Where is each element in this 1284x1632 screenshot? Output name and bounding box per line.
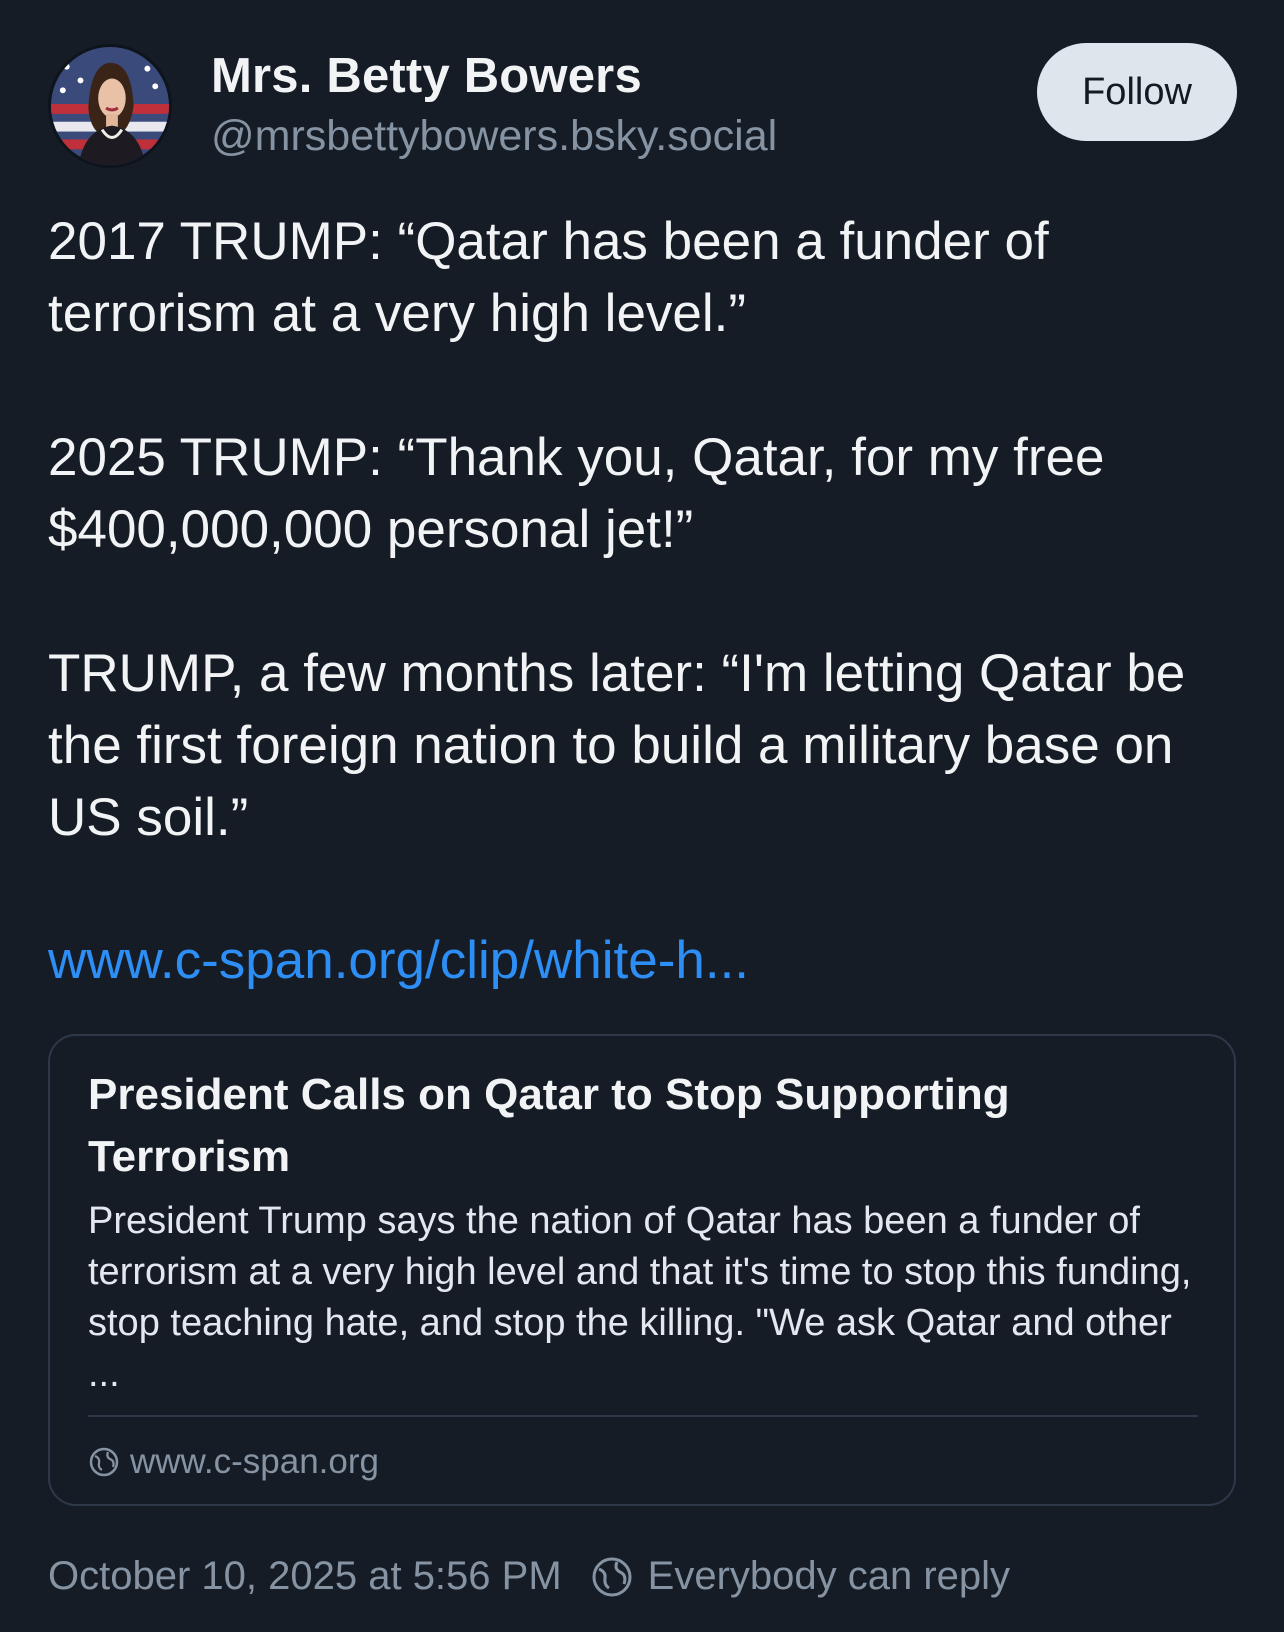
link-preview-domain: www.c-span.org (88, 1442, 379, 1482)
post-container: Mrs. Betty Bowers @mrsbettybowers.bsky.s… (0, 0, 1284, 1632)
link-preview-domain-text: www.c-span.org (130, 1442, 379, 1481)
post-text: 2017 TRUMP: “Qatar has been a funder of … (48, 206, 1248, 926)
link-preview-divider (88, 1415, 1198, 1417)
globe-icon (89, 1447, 119, 1477)
post-paragraph: 2017 TRUMP: “Qatar has been a funder of … (48, 212, 1049, 343)
globe-icon (592, 1557, 632, 1596)
reply-setting[interactable]: Everybody can reply (648, 1554, 1010, 1599)
avatar[interactable] (48, 44, 172, 168)
avatar-icon (51, 47, 169, 165)
post-paragraph: 2025 TRUMP: “Thank you, Qatar, for my fr… (48, 428, 1105, 559)
post-link[interactable]: www.c-span.org/clip/white-h... (48, 930, 749, 991)
post-timestamp: October 10, 2025 at 5:56 PM (48, 1554, 562, 1598)
link-preview-card[interactable]: President Calls on Qatar to Stop Support… (48, 1034, 1236, 1506)
author-handle[interactable]: @mrsbettybowers.bsky.social (211, 112, 777, 161)
post-paragraph: TRUMP, a few months later: “I'm letting … (48, 644, 1186, 847)
post-footer: October 10, 2025 at 5:56 PM Everybody ca… (48, 1554, 1010, 1599)
link-preview-title: President Calls on Qatar to Stop Support… (88, 1070, 1010, 1181)
follow-button[interactable]: Follow (1037, 43, 1237, 141)
link-preview-description: President Trump says the nation of Qatar… (88, 1200, 1192, 1395)
author-display-name[interactable]: Mrs. Betty Bowers (211, 48, 642, 104)
